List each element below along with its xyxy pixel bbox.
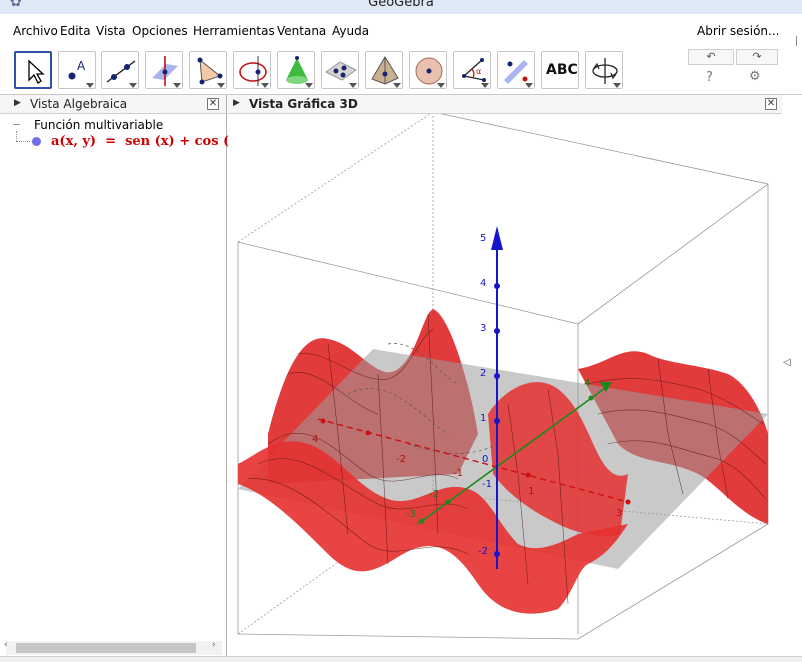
window-title: GeoGebra xyxy=(368,0,434,10)
x-tick-label: -1 xyxy=(453,468,463,479)
scroll-left-icon[interactable]: ‹ xyxy=(4,640,8,650)
y-tick-label: -3 xyxy=(406,509,416,520)
text-tool-button[interactable]: ABC xyxy=(541,51,579,89)
y-tick-label: 4 xyxy=(584,378,590,389)
x-tick-label: 1 xyxy=(528,486,534,497)
group-label: Función multivariable xyxy=(34,118,164,132)
z-tick-label: 5 xyxy=(480,233,486,244)
z-tick-label: 1 xyxy=(480,413,486,424)
tree-line xyxy=(16,131,18,141)
graphics-3d-header: ▶ Vista Gráfica 3D ✕ xyxy=(228,95,782,114)
cone-tool-button[interactable] xyxy=(277,51,315,89)
cursor-arrow-icon xyxy=(28,59,45,84)
expand-sidebar-icon[interactable]: ◁ xyxy=(783,357,791,368)
point-tool-button[interactable]: A xyxy=(58,51,96,89)
tree-collapse-icon[interactable]: − xyxy=(12,118,21,131)
tree-line xyxy=(16,141,30,143)
visibility-toggle[interactable] xyxy=(32,137,41,146)
x-tick-label: 4 xyxy=(312,434,318,445)
pyramid-tool-button[interactable] xyxy=(365,51,403,89)
undo-icon: ↶ xyxy=(706,50,716,63)
svg-text:α: α xyxy=(476,67,481,76)
z-tick-label: -1 xyxy=(482,479,492,490)
reflect-tool-button[interactable] xyxy=(497,51,535,89)
title-bar: ✿ GeoGebra xyxy=(0,0,802,14)
collapse-arrow-icon[interactable]: ▶ xyxy=(14,98,21,108)
sphere-tool-button[interactable] xyxy=(409,51,447,89)
close-algebra-view-icon[interactable]: ✕ xyxy=(207,98,219,110)
x-tick-label: 3 xyxy=(616,508,622,519)
algebra-view-header: ▶ Vista Algebraica ✕ xyxy=(0,95,226,114)
algebra-view-scrollbar[interactable]: ‹ › xyxy=(4,640,222,655)
y-tick-label: -2 xyxy=(429,489,439,500)
menu-edita[interactable]: Edita xyxy=(60,24,91,38)
settings-icon[interactable]: ⚙ xyxy=(749,69,761,84)
perpendicular-line-tool-button[interactable] xyxy=(145,51,183,89)
algebra-view-title: Vista Algebraica xyxy=(30,97,128,111)
redo-icon: ↷ xyxy=(752,50,762,63)
menu-ayuda[interactable]: Ayuda xyxy=(332,24,369,38)
x-tick-label: -2 xyxy=(396,454,406,465)
close-graphics-view-icon[interactable]: ✕ xyxy=(765,98,777,110)
collapse-arrow-icon[interactable]: ▶ xyxy=(233,98,240,108)
circle-axis-tool-button[interactable] xyxy=(233,51,271,89)
z-tick-label: 4 xyxy=(480,278,486,289)
menu-herramientas[interactable]: Herramientas xyxy=(193,24,275,38)
algebra-view-panel: ▶ Vista Algebraica ✕ − Función multivari… xyxy=(0,95,243,661)
redo-button[interactable]: ↷ xyxy=(736,49,778,65)
z-tick-label: 2 xyxy=(480,368,486,379)
z-tick-label: 3 xyxy=(480,323,486,334)
input-bar[interactable] xyxy=(0,656,802,662)
graphics-3d-panel: ▶ Vista Gráfica 3D ✕ 5 4 3 2 1 0 -1 -2 4… xyxy=(228,95,802,661)
z-tick-label: -2 xyxy=(478,546,488,557)
line-tool-button[interactable] xyxy=(101,51,139,89)
menu-ventana[interactable]: Ventana xyxy=(277,24,326,38)
graphics-3d-title: Vista Gráfica 3D xyxy=(249,97,358,111)
svg-text:A: A xyxy=(77,59,86,73)
text-tool-label: ABC xyxy=(546,62,578,78)
scroll-right-icon[interactable]: › xyxy=(212,640,216,650)
move-tool-button[interactable] xyxy=(14,51,52,89)
scrollbar-thumb[interactable] xyxy=(16,643,196,653)
sign-in-link[interactable]: Abrir sesión... xyxy=(697,24,779,38)
menu-divider xyxy=(796,36,797,46)
polygon-tool-button[interactable] xyxy=(189,51,227,89)
menu-archivo[interactable]: Archivo xyxy=(13,24,58,38)
plane-tool-button[interactable] xyxy=(321,51,359,89)
function-definition[interactable]: a(x, y) = sen (x) + cos (y) xyxy=(51,134,243,149)
rotate-view-tool-button[interactable] xyxy=(585,51,623,89)
menu-opciones[interactable]: Opciones xyxy=(132,24,188,38)
3d-plot-canvas[interactable]: 5 4 3 2 1 0 -1 -2 4 -2 -1 1 3 4 -2 -3 xyxy=(228,114,784,644)
z-axis-arrow-icon xyxy=(491,226,503,250)
help-icon[interactable]: ? xyxy=(706,70,713,85)
undo-button[interactable]: ↶ xyxy=(688,49,734,65)
angle-tool-button[interactable]: α xyxy=(453,51,491,89)
menu-vista[interactable]: Vista xyxy=(96,24,126,38)
z-tick-label: 0 xyxy=(482,454,488,465)
